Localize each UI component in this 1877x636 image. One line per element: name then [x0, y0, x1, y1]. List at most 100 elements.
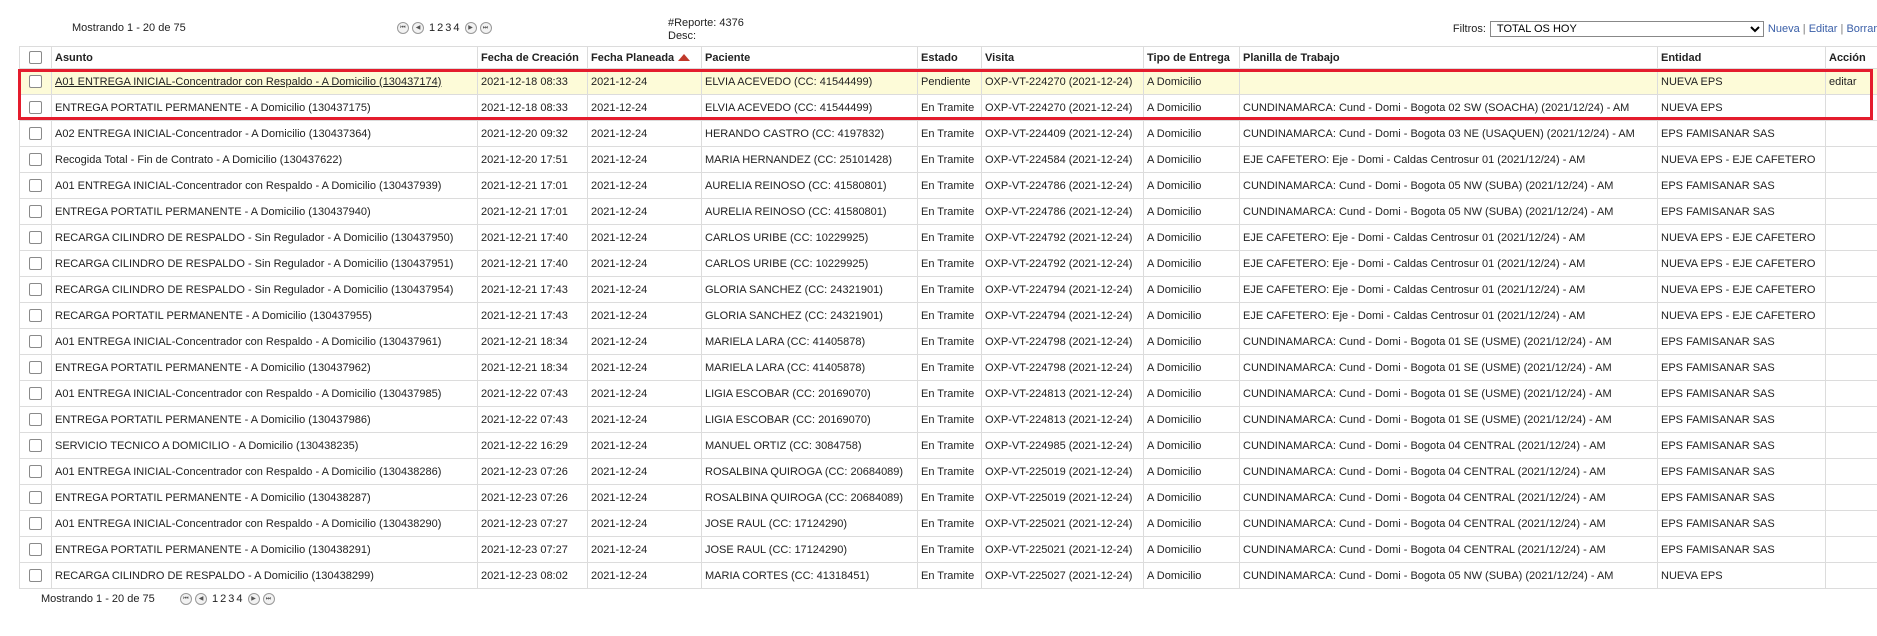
delete-link[interactable]: Borrar [1846, 23, 1877, 35]
row-checkbox-cell[interactable] [19, 224, 52, 251]
row-checkbox-cell[interactable] [19, 250, 52, 277]
table-row[interactable]: ENTREGA PORTATIL PERMANENTE - A Domicili… [19, 484, 1877, 511]
row-checkbox[interactable] [29, 75, 42, 88]
cell-estado: En Tramite [917, 172, 982, 199]
table-row[interactable]: A01 ENTREGA INICIAL-Concentrador con Res… [19, 458, 1877, 485]
table-row[interactable]: ENTREGA PORTATIL PERMANENTE - A Domicili… [19, 94, 1877, 121]
row-checkbox-cell[interactable] [19, 172, 52, 199]
next-page-icon[interactable]: ▶ [464, 22, 477, 34]
table-row[interactable]: RECARGA PORTATIL PERMANENTE - A Domicili… [19, 302, 1877, 329]
col-fecha-planeada[interactable]: Fecha Planeada [587, 46, 702, 69]
table-row[interactable]: A01 ENTREGA INICIAL-Concentrador con Res… [19, 510, 1877, 537]
row-checkbox-cell[interactable] [19, 120, 52, 147]
table-row[interactable]: SERVICIO TECNICO A DOMICILIO - A Domicil… [19, 432, 1877, 459]
page-link-1[interactable]: 1 [212, 593, 218, 605]
table-row[interactable]: A01 ENTREGA INICIAL-Concentrador con Res… [19, 380, 1877, 407]
col-visita[interactable]: Visita [981, 46, 1144, 69]
select-all-checkbox[interactable] [29, 51, 42, 64]
page-link-3[interactable]: 3 [445, 22, 451, 34]
row-checkbox[interactable] [29, 543, 42, 556]
row-checkbox-cell[interactable] [19, 562, 52, 589]
row-checkbox-cell[interactable] [19, 406, 52, 433]
table-row[interactable]: RECARGA CILINDRO DE RESPALDO - A Domicil… [19, 562, 1877, 589]
table-row[interactable]: Recogida Total - Fin de Contrato - A Dom… [19, 146, 1877, 173]
filter-select[interactable]: TOTAL OS HOY [1489, 21, 1764, 37]
row-checkbox[interactable] [29, 465, 42, 478]
cell-paciente: ROSALBINA QUIROGA (CC: 20684089) [701, 458, 918, 485]
select-all-cell[interactable] [19, 46, 52, 69]
prev-page-icon[interactable]: ◀ [412, 22, 424, 34]
row-checkbox[interactable] [29, 517, 42, 530]
row-checkbox[interactable] [29, 569, 42, 582]
row-checkbox[interactable] [29, 153, 42, 166]
prev-page-icon[interactable]: ◀ [195, 593, 207, 605]
row-checkbox[interactable] [29, 101, 42, 114]
table-row[interactable]: A01 ENTREGA INICIAL-Concentrador con Res… [19, 328, 1877, 355]
table-row[interactable]: RECARGA CILINDRO DE RESPALDO - Sin Regul… [19, 250, 1877, 277]
page-link-4[interactable]: 4 [453, 22, 459, 34]
table-row[interactable]: A02 ENTREGA INICIAL-Concentrador - A Dom… [19, 120, 1877, 147]
col-entidad[interactable]: Entidad [1657, 46, 1826, 69]
col-paciente[interactable]: Paciente [701, 46, 918, 69]
col-asunto[interactable]: Asunto [51, 46, 478, 69]
table-row[interactable]: ENTREGA PORTATIL PERMANENTE - A Domicili… [19, 198, 1877, 225]
cell-accion[interactable]: editar [1825, 68, 1877, 95]
table-row[interactable]: ENTREGA PORTATIL PERMANENTE - A Domicili… [19, 536, 1877, 563]
row-checkbox-cell[interactable] [19, 458, 52, 485]
table-row[interactable]: RECARGA CILINDRO DE RESPALDO - Sin Regul… [19, 276, 1877, 303]
page-link-2[interactable]: 2 [437, 22, 443, 34]
row-checkbox-cell[interactable] [19, 510, 52, 537]
row-checkbox-cell[interactable] [19, 484, 52, 511]
row-checkbox[interactable] [29, 335, 42, 348]
page-link-3[interactable]: 3 [228, 593, 234, 605]
row-checkbox-cell[interactable] [19, 354, 52, 381]
row-checkbox[interactable] [29, 491, 42, 504]
table-row[interactable]: ENTREGA PORTATIL PERMANENTE - A Domicili… [19, 354, 1877, 381]
cell-asunto[interactable]: A01 ENTREGA INICIAL-Concentrador con Res… [51, 68, 478, 95]
row-checkbox[interactable] [29, 257, 42, 270]
page-link-1[interactable]: 1 [429, 22, 435, 34]
row-checkbox[interactable] [29, 439, 42, 452]
row-checkbox[interactable] [29, 127, 42, 140]
cell-tipo-entrega: A Domicilio [1143, 536, 1240, 563]
page-link-4[interactable]: 4 [236, 593, 242, 605]
cell-estado: En Tramite [917, 484, 982, 511]
row-checkbox-cell[interactable] [19, 276, 52, 303]
page-link-2[interactable]: 2 [220, 593, 226, 605]
edit-link[interactable]: Editar [1809, 23, 1838, 35]
first-page-icon[interactable]: ⏮ [397, 22, 409, 34]
table-row[interactable]: RECARGA CILINDRO DE RESPALDO - Sin Regul… [19, 224, 1877, 251]
row-checkbox[interactable] [29, 361, 42, 374]
row-checkbox-cell[interactable] [19, 432, 52, 459]
row-checkbox[interactable] [29, 309, 42, 322]
row-checkbox-cell[interactable] [19, 94, 52, 121]
last-page-icon[interactable]: ⏭ [479, 22, 492, 34]
last-page-icon[interactable]: ⏭ [262, 593, 275, 605]
row-checkbox[interactable] [29, 205, 42, 218]
row-checkbox[interactable] [29, 231, 42, 244]
next-page-icon[interactable]: ▶ [247, 593, 260, 605]
row-checkbox-cell[interactable] [19, 198, 52, 225]
row-checkbox-cell[interactable] [19, 536, 52, 563]
col-planilla[interactable]: Planilla de Trabajo [1239, 46, 1658, 69]
new-link[interactable]: Nueva [1768, 23, 1800, 35]
row-checkbox[interactable] [29, 283, 42, 296]
row-checkbox[interactable] [29, 413, 42, 426]
row-checkbox-cell[interactable] [19, 146, 52, 173]
col-fecha-planeada-label[interactable]: Fecha Planeada [591, 52, 674, 64]
cell-paciente: AURELIA REINOSO (CC: 41580801) [701, 198, 918, 225]
row-checkbox[interactable] [29, 179, 42, 192]
row-checkbox-cell[interactable] [19, 380, 52, 407]
table-row[interactable]: A01 ENTREGA INICIAL-Concentrador con Res… [19, 172, 1877, 199]
row-checkbox-cell[interactable] [19, 302, 52, 329]
first-page-icon[interactable]: ⏮ [180, 593, 192, 605]
table-row[interactable]: ENTREGA PORTATIL PERMANENTE - A Domicili… [19, 406, 1877, 433]
row-checkbox[interactable] [29, 387, 42, 400]
col-estado[interactable]: Estado [917, 46, 982, 69]
row-checkbox-cell[interactable] [19, 68, 52, 95]
cell-asunto: A02 ENTREGA INICIAL-Concentrador - A Dom… [51, 120, 478, 147]
row-checkbox-cell[interactable] [19, 328, 52, 355]
col-fecha-creacion[interactable]: Fecha de Creación [477, 46, 588, 69]
col-tipo-entrega[interactable]: Tipo de Entrega [1143, 46, 1240, 69]
table-row[interactable]: A01 ENTREGA INICIAL-Concentrador con Res… [19, 68, 1877, 95]
